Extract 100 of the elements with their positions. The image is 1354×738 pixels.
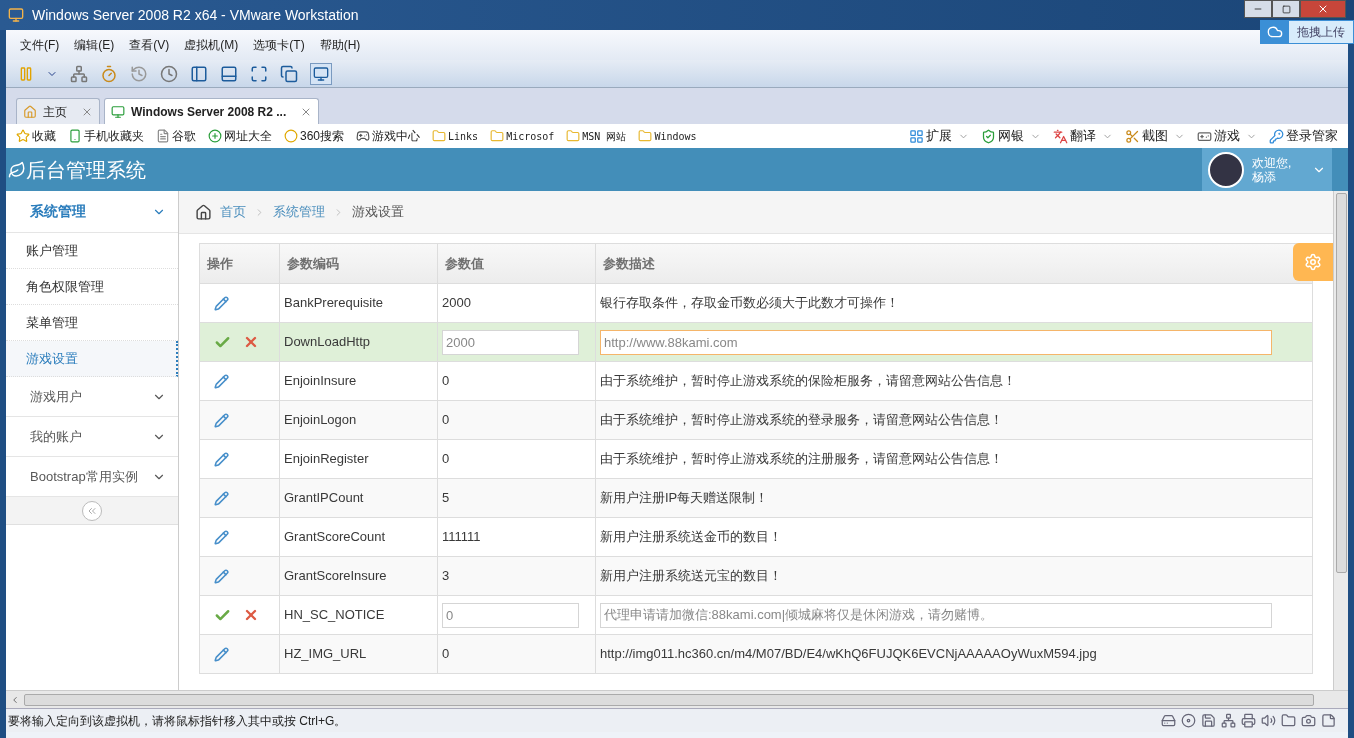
- browser-tool-button[interactable]: 截图: [1125, 126, 1185, 146]
- edit-icon[interactable]: [214, 529, 229, 545]
- description-input[interactable]: 代理申请请加微信:88kami.com|倾城麻将仅是休闲游戏，请勿赌博。: [600, 602, 1272, 628]
- edit-icon[interactable]: [214, 412, 229, 428]
- scroll-left-icon[interactable]: [10, 694, 20, 705]
- minimize-button[interactable]: [1244, 0, 1272, 18]
- menu-item[interactable]: 查看(V): [129, 36, 170, 54]
- history-icon[interactable]: [130, 64, 148, 83]
- printer-icon[interactable]: [1241, 713, 1256, 728]
- vertical-scrollbar[interactable]: [1333, 191, 1348, 690]
- bookmark-link[interactable]: MSN 网站: [566, 128, 627, 144]
- sidebar-icon[interactable]: [190, 64, 208, 83]
- table-cell: 新用户注册系统送金币的数目！: [595, 517, 1313, 557]
- bookmark-link[interactable]: 谷歌: [156, 127, 196, 145]
- translate-icon: [1053, 128, 1068, 144]
- star-icon: [16, 129, 30, 143]
- monitor-icon: [313, 65, 329, 82]
- table-cell: GrantScoreInsure: [279, 556, 438, 596]
- pause-icon[interactable]: [18, 65, 34, 82]
- gamepad-icon: [356, 129, 371, 143]
- table-cell: http://img011.hc360.cn/m4/M07/BD/E4/wKhQ6FUJQK6EVCNjAAAAAOyWuxM594.jpg: [595, 634, 1313, 674]
- clock-icon[interactable]: [160, 64, 178, 83]
- edit-icon[interactable]: [214, 646, 229, 662]
- browser-tool-button[interactable]: 登录管家: [1269, 126, 1338, 146]
- value-input[interactable]: 2000: [442, 329, 579, 355]
- user-name: 杨添: [1252, 169, 1277, 184]
- drive-icon[interactable]: [1161, 713, 1176, 728]
- browser-tool-button[interactable]: 游戏: [1197, 126, 1257, 146]
- fullscreen-icon[interactable]: [250, 64, 268, 83]
- folder-icon: [566, 129, 581, 143]
- edit-icon[interactable]: [214, 295, 229, 311]
- table-cell: 由于系统维护，暂时停止游戏系统的保险柜服务，请留意网站公告信息！: [595, 361, 1313, 401]
- bookmark-link[interactable]: 游戏中心: [356, 127, 421, 145]
- sidebar-item[interactable]: 游戏设置: [6, 341, 178, 377]
- browser-tool-button[interactable]: 扩展: [909, 126, 969, 146]
- bookmark-link[interactable]: Microsof: [490, 128, 555, 144]
- edit-icon[interactable]: [214, 373, 229, 389]
- column-header: 参数描述: [595, 243, 1313, 284]
- windows-icon[interactable]: [280, 64, 298, 83]
- table-cell: 0: [437, 361, 596, 401]
- vm-tab[interactable]: 主页: [16, 98, 100, 124]
- vm-tab[interactable]: Windows Server 2008 R2 ...: [104, 98, 320, 124]
- console-view-button[interactable]: [310, 62, 332, 85]
- greeting: 欢迎您,: [1252, 155, 1292, 170]
- description-input[interactable]: http://www.88kami.com: [600, 329, 1272, 355]
- browser-tool-button[interactable]: 翻译: [1053, 126, 1113, 146]
- collapse-sidebar-button[interactable]: [82, 500, 102, 521]
- table-cell: HN_SC_NOTICE: [279, 595, 438, 635]
- upload-badge[interactable]: 拖拽上传: [1260, 20, 1354, 44]
- bookmark-link[interactable]: Links: [432, 128, 479, 144]
- ring-icon: [284, 129, 298, 143]
- menu-item[interactable]: 虚拟机(M): [184, 36, 239, 54]
- table-cell: GrantIPCount: [279, 478, 438, 518]
- window-title: Windows Server 2008 R2 x64 - VMware Workstation: [32, 5, 359, 25]
- page-icon: [156, 129, 170, 143]
- bookmark-link[interactable]: 360搜索: [284, 127, 345, 145]
- menu-item[interactable]: 帮助(H): [319, 36, 361, 54]
- bookmark-link[interactable]: 网址大全: [208, 127, 272, 145]
- cancel-icon[interactable]: [243, 334, 259, 350]
- column-header: 参数值: [437, 243, 596, 284]
- cancel-icon[interactable]: [243, 607, 259, 623]
- edit-icon[interactable]: [214, 490, 229, 506]
- camera-icon[interactable]: [1301, 713, 1316, 728]
- column-header: 操作: [199, 243, 280, 284]
- edit-icon[interactable]: [214, 568, 229, 584]
- sound-icon[interactable]: [1261, 713, 1276, 728]
- edit-icon[interactable]: [214, 451, 229, 467]
- network-icon[interactable]: [70, 64, 88, 83]
- bookmark-link[interactable]: 收藏: [16, 127, 56, 145]
- value-input[interactable]: 0: [442, 602, 579, 628]
- browser-tool-button[interactable]: 网银: [981, 126, 1041, 146]
- table-cell: 由于系统维护，暂时停止游戏系统的注册服务，请留意网站公告信息！: [595, 439, 1313, 479]
- menu-item[interactable]: 编辑(E): [74, 36, 115, 54]
- vm-icon: [111, 104, 125, 119]
- snapshot-icon[interactable]: [100, 64, 118, 83]
- folder-icon: [638, 129, 653, 143]
- panel-icon[interactable]: [220, 64, 238, 83]
- table-cell: 2000: [437, 283, 596, 323]
- table-cell: 0: [437, 400, 596, 440]
- table-cell: EnjoinLogon: [279, 400, 438, 440]
- note-icon[interactable]: [1321, 713, 1336, 728]
- leaf-icon: [8, 160, 26, 179]
- horizontal-scrollbar[interactable]: [6, 690, 1348, 708]
- maximize-button[interactable]: [1272, 0, 1300, 18]
- table-cell: 0: [437, 634, 596, 674]
- bookmark-link[interactable]: 手机收藏夹: [68, 127, 144, 145]
- menu-item[interactable]: 选项卡(T): [253, 36, 305, 54]
- bookmark-link[interactable]: Windows: [638, 128, 697, 144]
- menu-item[interactable]: 文件(F): [20, 36, 60, 54]
- table-cell: 3: [437, 556, 596, 596]
- table-cell: 由于系统维护，暂时停止游戏系统的登录服务，请留意网站公告信息！: [595, 400, 1313, 440]
- floppy-icon[interactable]: [1201, 713, 1216, 728]
- table-cell: EnjoinInsure: [279, 361, 438, 401]
- network-icon[interactable]: [1221, 713, 1236, 728]
- plus-icon: [208, 129, 222, 143]
- folder-icon[interactable]: [1281, 713, 1296, 728]
- table-cell: DownLoadHttp: [279, 322, 438, 362]
- folder-icon: [490, 129, 505, 143]
- disc-icon[interactable]: [1181, 713, 1196, 728]
- grid-icon: [909, 128, 924, 144]
